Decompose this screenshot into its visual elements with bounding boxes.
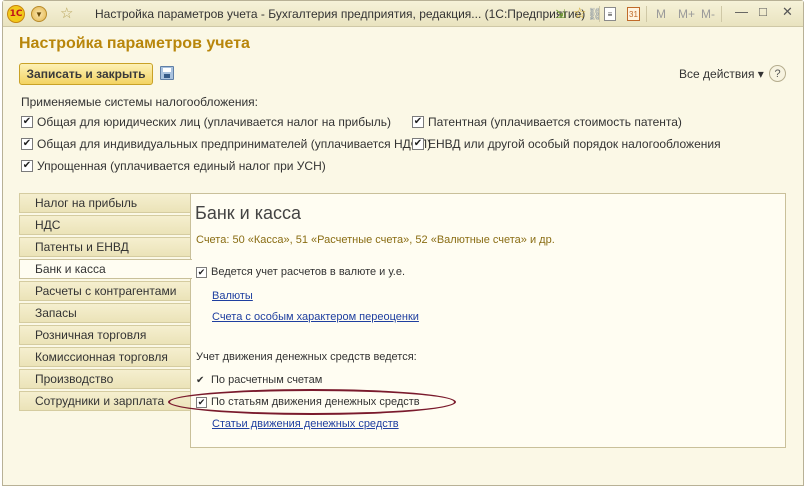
nav-item-bank-cash[interactable]: Банк и касса [19, 259, 192, 279]
checkbox-label: Упрощенная (уплачивается единый налог пр… [37, 159, 326, 173]
restore-button[interactable]: □ [759, 4, 767, 19]
all-actions-menu[interactable]: Все действия ▾ [679, 67, 764, 81]
currency-accounting-option[interactable]: ✔ Ведется учет расчетов в валюте и у.е. [196, 266, 405, 278]
close-button[interactable]: ✕ [782, 4, 793, 20]
favorite-star-icon[interactable]: ☆ [60, 4, 73, 22]
cash-movement-label: Учет движения денежных средств ведется: [196, 351, 417, 363]
main-menu-icon[interactable]: ▼ [31, 6, 47, 22]
save-disk-icon[interactable] [160, 66, 174, 80]
add-to-favorites-icon[interactable]: ⇲ [552, 6, 568, 22]
nav-item-production[interactable]: Производство [19, 369, 190, 389]
annotation-highlight-oval [168, 389, 456, 415]
title-bar: 1С ▼ ☆ Настройка параметров учета - Бухг… [3, 1, 803, 27]
nav-item-patents-envd[interactable]: Патенты и ЕНВД [19, 237, 190, 257]
tax-option-patent[interactable]: ✔ Патентная (уплачивается стоимость пате… [412, 115, 682, 129]
memory-minus-button[interactable]: M- [701, 7, 715, 21]
tax-option-corporate[interactable]: ✔ Общая для юридических лиц (уплачиваетс… [21, 115, 391, 129]
memory-m-button[interactable]: M [656, 7, 666, 21]
1c-logo-icon[interactable]: 1С [7, 5, 25, 23]
toolbar-divider [599, 6, 600, 22]
checkbox[interactable]: ✔ [21, 138, 33, 150]
currencies-link[interactable]: Валюты [212, 290, 253, 302]
checkbox-label: Ведется учет расчетов в валюте и у.е. [211, 266, 405, 278]
cashflow-items-link[interactable]: Статьи движения денежных средств [212, 418, 399, 430]
checkbox-label: Общая для юридических лиц (уплачивается … [37, 115, 391, 129]
tax-option-simplified[interactable]: ✔ Упрощенная (уплачивается единый налог … [21, 159, 326, 173]
form-heading: Настройка параметров учета [19, 35, 250, 52]
by-bank-accounts-option[interactable]: ✔ По расчетным счетам [196, 374, 322, 386]
nav-item-counterparties[interactable]: Расчеты с контрагентами [19, 281, 190, 301]
tax-option-envd[interactable]: ✔ ЕНВД или другой особый порядок налогоо… [412, 137, 721, 151]
document-icon[interactable]: ≡ [604, 7, 616, 21]
nav-item-retail[interactable]: Розничная торговля [19, 325, 190, 345]
taxation-systems-label: Применяемые системы налогообложения: [21, 95, 258, 109]
checkbox-label: ЕНВД или другой особый порядок налогообл… [428, 137, 721, 151]
nav-item-profit-tax[interactable]: Налог на прибыль [19, 193, 190, 213]
minimize-button[interactable]: — [735, 4, 748, 19]
accounts-hint: Счета: 50 «Касса», 51 «Расчетные счета»,… [196, 234, 555, 246]
help-icon[interactable]: ? [769, 65, 786, 82]
checkbox-label: Общая для индивидуальных предпринимателе… [37, 137, 432, 151]
panel-title: Банк и касса [195, 203, 301, 223]
checkbox-label: Патентная (уплачивается стоимость патент… [428, 115, 682, 129]
nav-item-vat[interactable]: НДС [19, 215, 190, 235]
tax-option-individual[interactable]: ✔ Общая для индивидуальных предпринимате… [21, 137, 431, 151]
nav-item-commission[interactable]: Комиссионная торговля [19, 347, 190, 367]
checkbox[interactable]: ✔ [21, 160, 33, 172]
memory-plus-button[interactable]: M+ [678, 7, 695, 21]
toolbar-divider [646, 6, 647, 22]
special-revaluation-accounts-link[interactable]: Счета с особым характером переоценки [212, 311, 419, 323]
toolbar-divider [721, 6, 722, 22]
window-title: Настройка параметров учета - Бухгалтерия… [95, 7, 586, 21]
checkbox[interactable]: ✔ [196, 266, 207, 278]
calendar-icon[interactable]: 31 [627, 7, 640, 21]
link-icon[interactable]: ⛓ [587, 6, 603, 22]
checkbox[interactable]: ✔ [412, 138, 424, 150]
check-mark-icon: ✔ [196, 374, 205, 386]
checkbox[interactable]: ✔ [21, 116, 33, 128]
nav-item-employees-salary[interactable]: Сотрудники и зарплата [19, 391, 190, 411]
bookmark-star-icon[interactable]: ☆ [573, 4, 586, 22]
save-and-close-button[interactable]: Записать и закрыть [19, 63, 153, 85]
nav-item-inventory[interactable]: Запасы [19, 303, 190, 323]
checkbox[interactable]: ✔ [412, 116, 424, 128]
option-label: По расчетным счетам [211, 374, 323, 386]
